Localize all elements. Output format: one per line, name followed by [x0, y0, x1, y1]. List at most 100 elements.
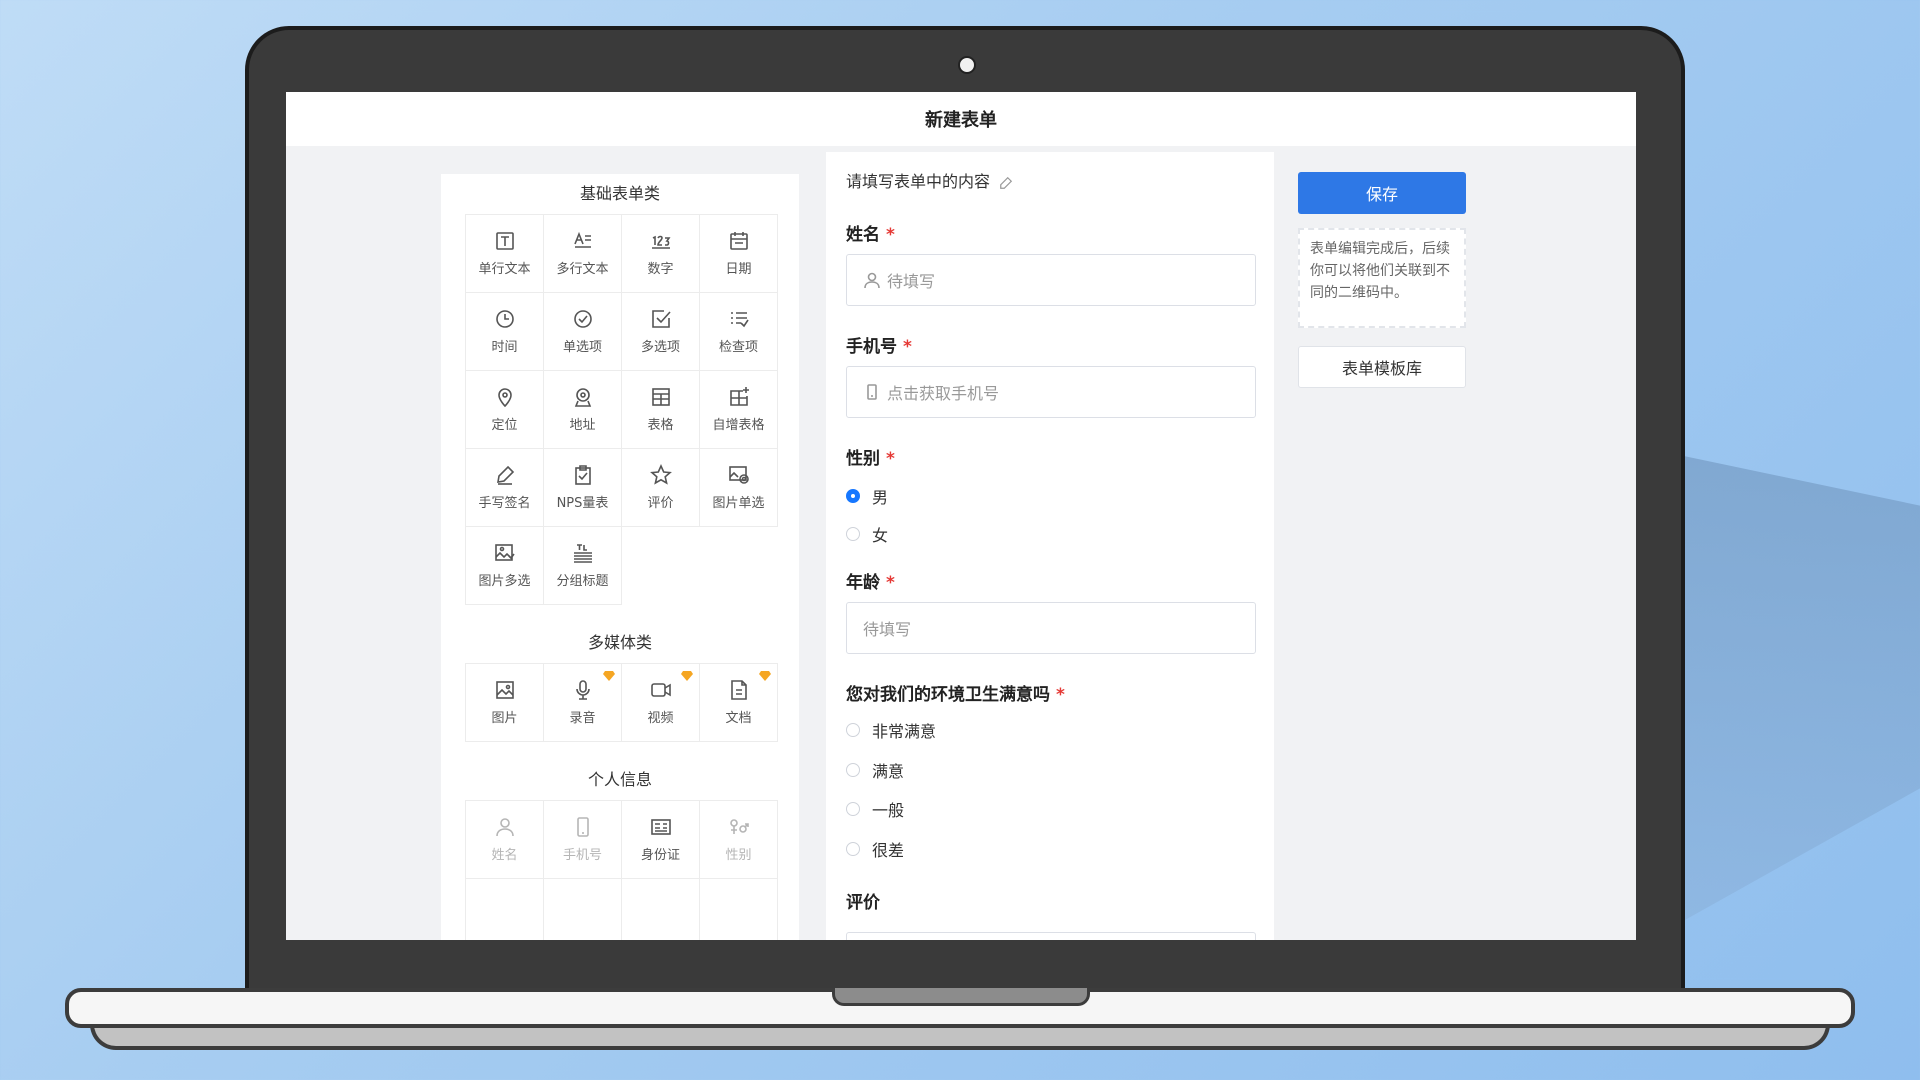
component-label: 定位 [491, 418, 518, 433]
gender-option-female[interactable]: 女 [846, 522, 888, 546]
field-label-satisfaction: 您对我们的环境卫生满意吗 * [846, 680, 1065, 705]
video-icon [650, 683, 671, 697]
field-label-gender: 性别 * [846, 444, 895, 469]
number-icon [651, 235, 670, 249]
required-marker: * [886, 573, 895, 593]
star-icon [649, 464, 672, 485]
field-label-phone: 手机号 * [846, 332, 912, 357]
component-single-line-text[interactable]: 单行文本 [466, 215, 544, 293]
label-text: 年龄 [846, 573, 880, 593]
phone-icon [867, 384, 877, 400]
component-video[interactable]: 视频 [622, 664, 700, 742]
radio-unselected [846, 763, 860, 777]
component-id-card[interactable]: 身份证 [622, 801, 700, 879]
component-label: 评价 [647, 496, 674, 511]
field-label-rating: 评价 [846, 888, 880, 913]
component-date[interactable]: 日期 [700, 215, 778, 293]
checkbox-icon [651, 310, 671, 328]
component-label: 分组标题 [556, 574, 609, 589]
component-image-single[interactable]: 图片单选 [700, 449, 778, 527]
radio-selected [846, 489, 860, 503]
component-document[interactable]: 文档 [700, 664, 778, 742]
component-single-choice[interactable]: 单选项 [544, 293, 622, 371]
component-image[interactable]: 图片 [466, 664, 544, 742]
checklist-icon [730, 312, 749, 328]
name-input[interactable]: 待填写 [846, 254, 1256, 306]
table-icon [651, 388, 670, 406]
component-multi-line-text[interactable]: 多行文本 [544, 215, 622, 293]
component-checklist[interactable]: 检查项 [700, 293, 778, 371]
option-label: 男 [872, 488, 889, 507]
satisfaction-option-average[interactable]: 一般 [846, 797, 904, 821]
nps-scale-icon [574, 465, 591, 485]
phone-input[interactable]: 点击获取手机号 [846, 366, 1256, 418]
multi-line-text-icon [573, 231, 591, 248]
info-note: 表单编辑完成后，后续你可以将他们关联到不同的二维码中。 [1298, 228, 1466, 328]
component-address[interactable]: 地址 [544, 371, 622, 449]
component-number[interactable]: 数字 [622, 215, 700, 293]
edit-pencil-icon[interactable] [999, 176, 1013, 190]
rating-field-partial[interactable] [846, 932, 1256, 940]
field-label-name: 姓名 * [846, 220, 895, 245]
component-audio[interactable]: 录音 [544, 664, 622, 742]
satisfaction-option-poor[interactable]: 很差 [846, 837, 904, 861]
document-icon [730, 680, 747, 700]
component-image-multi[interactable]: 图片多选 [466, 527, 544, 605]
gender-option-male[interactable]: 男 [846, 484, 888, 508]
personal-components-grid: 姓名 手机号 身份证 性别 [465, 800, 778, 940]
component-label: 时间 [491, 340, 518, 355]
component-rating[interactable]: 评价 [622, 449, 700, 527]
phone-icon [576, 817, 589, 837]
image-icon [495, 681, 514, 699]
option-label: 非常满意 [872, 722, 937, 741]
component-signature[interactable]: 手写签名 [466, 449, 544, 527]
component-label: 表格 [647, 418, 674, 433]
component-label: 性别 [725, 848, 752, 863]
component-table[interactable]: 表格 [622, 371, 700, 449]
component-group-title[interactable]: 分组标题 [544, 527, 622, 605]
form-hint[interactable]: 请填写表单中的内容 [846, 168, 1013, 192]
component-label: 数字 [647, 262, 674, 277]
component-time[interactable]: 时间 [466, 293, 544, 371]
required-marker: * [1056, 685, 1065, 705]
component-multi-choice[interactable]: 多选项 [622, 293, 700, 371]
component-label: 录音 [569, 711, 596, 726]
form-preview: 请填写表单中的内容 姓名 * 待填写 手机号 * 点击获取手机号 性别 * 男 女 年… [826, 152, 1274, 940]
component-location[interactable]: 定位 [466, 371, 544, 449]
component-label: 姓名 [491, 848, 518, 863]
option-label: 一般 [872, 801, 905, 820]
template-library-button[interactable]: 表单模板库 [1298, 346, 1466, 388]
required-marker: * [886, 449, 895, 469]
radio-check-icon [573, 310, 592, 328]
component-palette: 基础表单类 单行文本 多行文本 数字 日期 时间 单选项 多选项 检查项 定位 … [441, 174, 799, 940]
component-auto-table[interactable]: 自增表格 [700, 371, 778, 449]
person-icon [495, 818, 514, 837]
component-phone[interactable]: 手机号 [544, 801, 622, 879]
component-person-name[interactable]: 姓名 [466, 801, 544, 879]
label-text: 评价 [846, 893, 880, 913]
label-text: 手机号 [846, 337, 897, 357]
component-nps[interactable]: NPS量表 [544, 449, 622, 527]
date-icon [729, 232, 748, 250]
table-add-icon [729, 387, 749, 406]
laptop-hinge [832, 988, 1090, 1006]
radio-unselected [846, 842, 860, 856]
phone-placeholder: 点击获取手机号 [887, 384, 1000, 403]
component-label: 手机号 [562, 848, 602, 863]
component-label: 日期 [725, 262, 752, 277]
component-row-partial [466, 879, 544, 940]
component-label: 多行文本 [556, 262, 609, 277]
label-text: 姓名 [846, 225, 880, 245]
component-label: 自增表格 [712, 418, 765, 433]
satisfaction-option-very-satisfied[interactable]: 非常满意 [846, 718, 936, 742]
component-label: 多选项 [640, 340, 680, 355]
single-line-text-icon [495, 232, 514, 250]
save-button[interactable]: 保存 [1298, 172, 1466, 214]
age-input[interactable]: 待填写 [846, 602, 1256, 654]
app-screen: 新建表单 基础表单类 单行文本 多行文本 数字 日期 时间 单选项 多选项 检查… [286, 92, 1636, 940]
component-gender[interactable]: 性别 [700, 801, 778, 879]
premium-diamond-icon [681, 671, 693, 681]
component-label: 手写签名 [478, 496, 531, 511]
gender-icon [729, 819, 749, 834]
satisfaction-option-satisfied[interactable]: 满意 [846, 758, 904, 782]
